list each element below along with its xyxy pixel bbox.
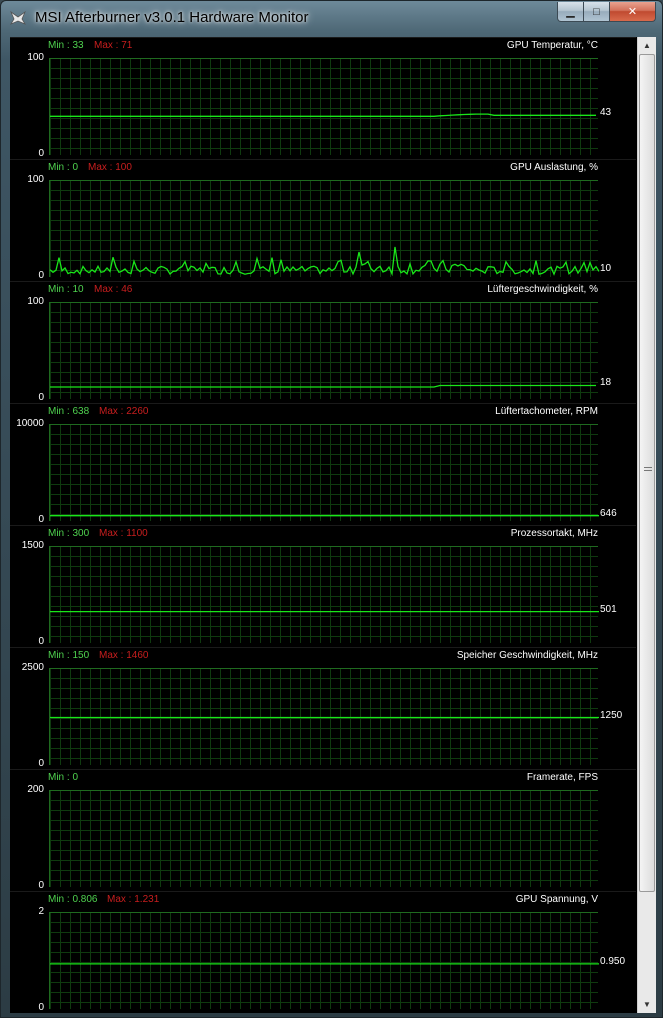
graph-line-svg [50,963,599,965]
graph-gpu-temperature: Min : 33 Max : 71 GPU Temperatur, °C 100… [10,37,636,159]
y-axis-min: 0 [38,270,44,281]
title-bar[interactable]: MSI Afterburner v3.0.1 Hardware Monitor … [1,1,662,35]
graph-plot [49,790,598,887]
y-axis-max: 100 [27,296,44,307]
graph-max-label: Max : 1.231 [107,894,160,905]
graph-max-label: Max : 100 [88,162,132,173]
graph-plot [49,58,598,155]
client-area: Min : 33 Max : 71 GPU Temperatur, °C 100… [10,37,656,1013]
current-value: 18 [600,377,612,389]
y-axis-min: 0 [38,758,44,769]
series-line [50,113,596,117]
graph-min-label: Min : 0 [48,162,79,173]
y-axis-min: 0 [38,514,44,525]
graph-plot [49,668,599,765]
graph-line-svg [49,246,600,277]
graph-min-label: Min : 638 [48,406,90,417]
minimize-icon: ▁ [566,6,575,18]
vertical-scrollbar[interactable]: ▲ ▼ [637,37,656,1013]
graph-line-svg [50,113,596,117]
y-axis-max: 100 [27,174,44,185]
y-axis-max: 200 [27,784,44,795]
graph-min-label: Min : 150 [48,650,90,661]
graph-framerate: Min : 0 Framerate, FPS 200 0 [10,769,636,891]
hardware-monitor-window: MSI Afterburner v3.0.1 Hardware Monitor … [0,0,663,1018]
scroll-up-button[interactable]: ▲ [638,37,656,54]
graph-gpu-voltage: Min : 0.806 Max : 1.231 GPU Spannung, V … [10,891,636,1013]
graph-fan-speed: Min : 10 Max : 46 Lüftergeschwindigkeit,… [10,281,636,403]
graph-min-label: Min : 33 [48,40,84,51]
minimize-button[interactable]: ▁ [557,2,584,22]
current-value: 43 [600,107,612,119]
afterburner-app-icon [10,10,26,25]
graph-plot [49,912,599,1009]
graph-panel[interactable]: Min : 33 Max : 71 GPU Temperatur, °C 100… [10,37,636,1013]
graph-max-label: Max : 1100 [99,528,148,539]
current-value: 501 [600,603,617,615]
graph-max-label: Max : 71 [94,40,133,51]
graph-min-label: Min : 10 [48,284,84,295]
graph-min-label: Min : 0.806 [48,894,98,905]
graph-title: GPU Auslastung, % [510,162,598,173]
maximize-button[interactable]: □ [584,2,610,22]
current-value: 10 [600,263,612,275]
scroll-down-button[interactable]: ▼ [638,996,656,1013]
y-axis-max: 10000 [16,418,44,429]
grip-icon [644,465,652,473]
graph-max-label: Max : 2260 [99,406,149,417]
arrow-down-icon: ▼ [643,1000,651,1009]
graph-plot [49,302,598,399]
y-axis-min: 0 [38,636,44,647]
y-axis-max: 1500 [21,540,44,551]
graph-title: Speicher Geschwindigkeit, MHz [456,650,598,661]
graph-fan-tachometer: Min : 638 Max : 2260 Lüftertachometer, R… [10,403,636,525]
graph-line-svg [50,515,599,517]
current-value: 646 [600,507,617,519]
y-axis-min: 0 [38,392,44,403]
scrollbar-thumb[interactable] [639,54,655,892]
graph-title: GPU Temperatur, °C [506,40,598,51]
y-axis-min: 0 [38,1002,44,1013]
graph-plot [49,180,600,277]
graph-gpu-load: Min : 0 Max : 100 GPU Auslastung, % 100 … [10,159,636,281]
current-value: 1250 [600,709,623,721]
graph-title: Framerate, FPS [526,772,598,783]
graph-max-label: Max : 1460 [99,650,149,661]
series-line [49,246,600,277]
graph-line-svg [50,610,599,613]
y-axis-min: 0 [38,880,44,891]
window-title: MSI Afterburner v3.0.1 Hardware Monitor [35,9,309,26]
y-axis-max: 100 [27,52,44,63]
graph-title: Lüftertachometer, RPM [495,406,598,417]
graph-max-label: Max : 46 [94,284,133,295]
graph-plot [49,424,599,521]
graph-line-svg [50,716,599,719]
series-line [50,384,596,388]
graph-min-label: Min : 300 [48,528,90,539]
close-icon: ✕ [627,6,638,18]
graph-title: Prozessortakt, MHz [510,528,598,539]
graph-min-label: Min : 0 [48,772,79,783]
y-axis-max: 2500 [21,662,44,673]
arrow-up-icon: ▲ [643,41,651,50]
y-axis-min: 0 [38,148,44,159]
graph-title: GPU Spannung, V [515,894,598,905]
graph-memory-clock: Min : 150 Max : 1460 Speicher Geschwindi… [10,647,636,769]
maximize-icon: □ [593,5,600,18]
graph-plot [49,546,599,643]
y-axis-max: 2 [38,906,44,917]
caption-buttons: ▁ □ ✕ [557,2,656,22]
close-button[interactable]: ✕ [610,2,656,22]
graph-line-svg [50,384,596,388]
graph-core-clock: Min : 300 Max : 1100 Prozessortakt, MHz … [10,525,636,647]
current-value: 0.950 [600,955,626,967]
graph-title: Lüftergeschwindigkeit, % [487,284,598,295]
